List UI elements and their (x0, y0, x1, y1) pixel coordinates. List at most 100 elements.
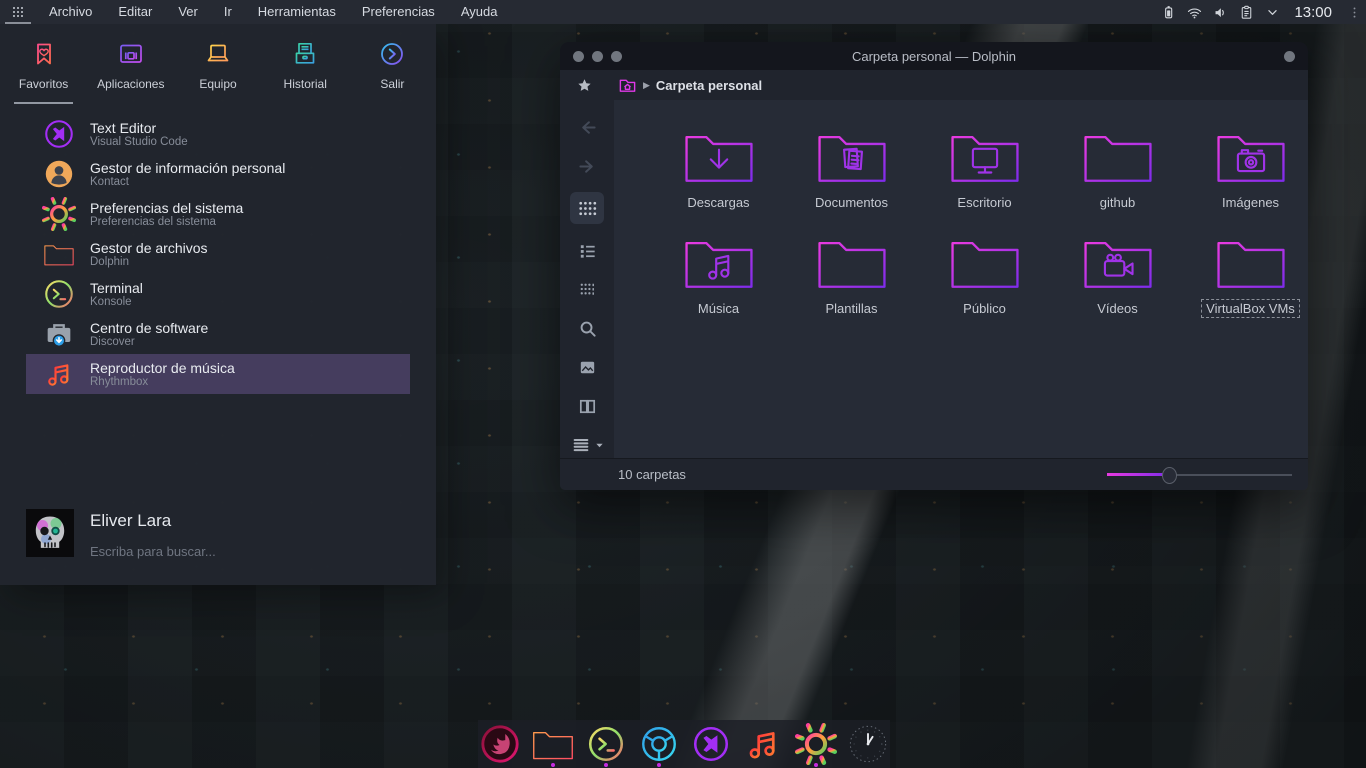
app-item-discover[interactable]: Centro de softwareDiscover (26, 314, 410, 354)
running-indicator (657, 763, 661, 767)
folder-escritorio[interactable]: Escritorio (918, 126, 1051, 212)
user-avatar[interactable] (26, 509, 74, 557)
tray-icons (1160, 4, 1281, 21)
menu-item-herramientas[interactable]: Herramientas (245, 0, 349, 24)
app-item-kontact[interactable]: Gestor de información personalKontact (26, 154, 410, 194)
tab-label: Aplicaciones (97, 77, 164, 91)
dock-clock-widget-icon[interactable] (846, 721, 890, 767)
settings-gear-icon (795, 723, 837, 765)
tool-icons-view-icon[interactable] (570, 192, 604, 224)
volume-icon[interactable] (1212, 4, 1229, 21)
app-item-dolphin[interactable]: Gestor de archivosDolphin (26, 234, 410, 274)
tool-back-arrow-icon[interactable] (570, 114, 604, 140)
window-button[interactable] (592, 51, 603, 62)
dock-rhythmbox-icon[interactable] (741, 721, 785, 767)
menu-item-ver[interactable]: Ver (165, 0, 211, 24)
app-launcher-button[interactable] (0, 0, 36, 24)
app-title: Preferencias del sistema (90, 200, 243, 216)
chrome-icon (638, 723, 680, 765)
folder-label: Público (958, 299, 1011, 318)
dock-vscode-icon[interactable] (689, 721, 733, 767)
running-indicator (551, 763, 555, 767)
clipboard-icon[interactable] (1238, 4, 1255, 21)
tool-forward-arrow-icon[interactable] (570, 153, 604, 179)
app-item-visual-studio-code[interactable]: Text EditorVisual Studio Code (26, 114, 410, 154)
folder-icon-download (680, 126, 758, 188)
menu-item-ayuda[interactable]: Ayuda (448, 0, 511, 24)
search-hint[interactable]: Escriba para buscar... (90, 544, 216, 559)
global-menubar: ArchivoEditarVerIrHerramientasPreferenci… (36, 0, 510, 24)
top-panel: ArchivoEditarVerIrHerramientasPreferenci… (0, 0, 1366, 24)
panel-dots-icon[interactable] (1347, 5, 1362, 20)
dock-konsole-icon[interactable] (584, 721, 628, 767)
breadcrumb-location: Carpeta personal (656, 78, 762, 93)
folder-label: Vídeos (1092, 299, 1142, 318)
app-subtitle: Discover (90, 336, 208, 349)
menu-item-editar[interactable]: Editar (105, 0, 165, 24)
battery-icon[interactable] (1160, 4, 1177, 21)
tool-search-icon[interactable] (570, 315, 604, 341)
menu-item-preferencias[interactable]: Preferencias (349, 0, 448, 24)
dock-firefox-icon[interactable] (478, 721, 522, 767)
folder-icon-document (813, 126, 891, 188)
dock-chrome-icon[interactable] (637, 721, 681, 767)
vscode-icon (690, 723, 732, 765)
folder-documentos[interactable]: Documentos (785, 126, 918, 212)
tab-equipo[interactable]: Equipo (174, 40, 261, 104)
folder-label: Escritorio (952, 193, 1016, 212)
menu-item-ir[interactable]: Ir (211, 0, 245, 24)
tab-favoritos[interactable]: Favoritos (0, 40, 87, 104)
tab-aplicaciones[interactable]: Aplicaciones (87, 40, 174, 104)
user-section: Eliver Lara Escriba para buscar... (0, 509, 436, 585)
preview-icon (577, 357, 598, 378)
discover-icon (42, 317, 76, 351)
folder-icon-video (1079, 232, 1157, 294)
star-icon[interactable] (576, 77, 593, 94)
clock[interactable]: 13:00 (1294, 4, 1332, 21)
tool-list-view-icon[interactable] (570, 237, 604, 263)
app-item-rhythmbox[interactable]: Reproductor de músicaRhythmbox (26, 354, 410, 394)
menu-item-archivo[interactable]: Archivo (36, 0, 105, 24)
window-titlebar[interactable]: Carpeta personal — Dolphin (560, 42, 1308, 70)
folder-github[interactable]: github (1051, 126, 1184, 212)
folder-plantillas[interactable]: Plantillas (785, 232, 918, 318)
folder-imágenes[interactable]: Imágenes (1184, 126, 1308, 212)
window-button[interactable] (611, 51, 622, 62)
app-item-preferencias-del-sistema[interactable]: Preferencias del sistemaPreferencias del… (26, 194, 410, 234)
app-window-icon (117, 40, 145, 68)
vscode-icon (42, 117, 76, 151)
tab-historial[interactable]: Historial (262, 40, 349, 104)
breadcrumb[interactable]: ▶ Carpeta personal (618, 76, 762, 95)
folder-virtualbox-vms[interactable]: VirtualBox VMs (1184, 232, 1308, 318)
window-button[interactable] (573, 51, 584, 62)
launcher-tabs: Favoritos Aplicaciones EquipoHistorialSali… (0, 24, 436, 104)
dock-settings-gear-icon[interactable] (793, 721, 837, 767)
exit-circle-icon (378, 40, 406, 68)
folder-descargas[interactable]: Descargas (652, 126, 785, 212)
folder-música[interactable]: Música (652, 232, 785, 318)
window-buttons-left[interactable] (560, 51, 622, 62)
folder-público[interactable]: Público (918, 232, 1051, 318)
list-view-icon (577, 240, 598, 261)
tab-label: Favoritos (19, 77, 68, 91)
folder-label: VirtualBox VMs (1201, 299, 1300, 318)
dock-dock-folder-icon[interactable] (530, 721, 576, 767)
wifi-icon[interactable] (1186, 4, 1203, 21)
tool-preview-icon[interactable] (570, 354, 604, 380)
chevron-right-icon: ▶ (643, 80, 650, 91)
view-toolbar (560, 100, 614, 458)
window-button[interactable] (1284, 51, 1295, 62)
tool-split-view-icon[interactable] (570, 393, 604, 419)
tool-compact-view-icon[interactable] (570, 276, 604, 302)
folder-vídeos[interactable]: Vídeos (1051, 232, 1184, 318)
tool-menu-icon[interactable] (570, 432, 604, 458)
chevron-down-icon[interactable] (1264, 4, 1281, 21)
tab-salir[interactable]: Salir (349, 40, 436, 104)
home-folder-icon (618, 76, 637, 95)
app-title: Gestor de archivos (90, 240, 208, 256)
zoom-slider[interactable] (1107, 466, 1292, 484)
app-item-konsole[interactable]: TerminalKonsole (26, 274, 410, 314)
slider-knob[interactable] (1162, 467, 1177, 484)
window-buttons-right[interactable] (1284, 51, 1308, 62)
user-name: Eliver Lara (90, 511, 216, 531)
